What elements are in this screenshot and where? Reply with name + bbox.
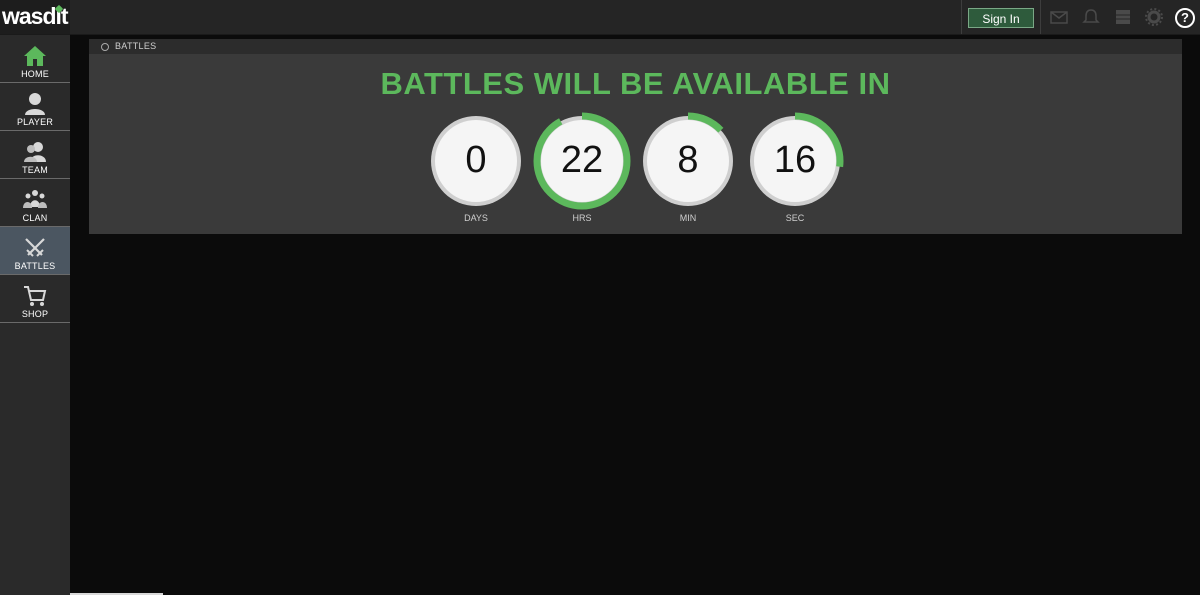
sidebar-item-clan[interactable]: CLAN [0,179,70,227]
breadcrumb: BATTLES [115,41,157,51]
countdown-seconds: 16 SEC [745,111,845,226]
grid-icon[interactable] [1114,8,1132,26]
countdown-label: HRS [572,213,592,223]
page-title: BATTLES WILL BE AVAILABLE IN [380,66,891,101]
battles-panel: BATTLES BATTLES WILL BE AVAILABLE IN 0 D… [89,39,1182,234]
sidebar-item-label: SHOP [21,309,49,319]
countdown-label: DAYS [464,213,488,223]
countdown-label: MIN [679,213,697,223]
logo[interactable]: wasdit [0,0,70,34]
sidebar-item-home[interactable]: HOME [0,35,70,83]
countdown-hours: 22 HRS [532,111,632,226]
divider [961,0,962,34]
bell-icon[interactable] [1082,8,1100,26]
sidebar-item-label: HOME [21,69,49,79]
sidebar-item-player[interactable]: PLAYER [0,83,70,131]
countdown-label: SEC [785,213,805,223]
player-icon [25,93,45,115]
home-icon [24,46,46,66]
swords-icon [25,238,45,257]
countdown-value: 8 [677,139,699,181]
clan-icon [23,190,47,208]
countdown-value: 0 [465,139,487,181]
clock-icon [101,43,109,51]
gear-icon[interactable] [1145,8,1163,26]
sidebar: HOME PLAYER TEAM CLAN BATTLES SHOP [0,35,70,595]
countdown-minutes: 8 MIN [638,111,738,226]
sidebar-item-team[interactable]: TEAM [0,131,70,179]
sidebar-item-shop[interactable]: SHOP [0,275,70,323]
mail-icon[interactable] [1050,8,1068,26]
top-bar: wasdit Sign In ? [0,0,1200,35]
cart-icon [24,286,47,306]
sidebar-item-label: TEAM [22,165,48,175]
team-icon [24,142,46,162]
sidebar-item-label: BATTLES [14,261,56,271]
sidebar-item-battles[interactable]: BATTLES [0,227,70,275]
panel-header: BATTLES [89,39,1182,54]
divider [1040,0,1041,34]
sidebar-item-label: PLAYER [16,117,54,127]
countdown-days: 0 DAYS [426,111,526,226]
help-icon[interactable]: ? [1175,8,1195,28]
sidebar-item-label: CLAN [22,213,48,223]
sign-in-button[interactable]: Sign In [968,8,1034,28]
countdown-value: 22 [560,139,604,181]
countdown-value: 16 [773,139,817,181]
